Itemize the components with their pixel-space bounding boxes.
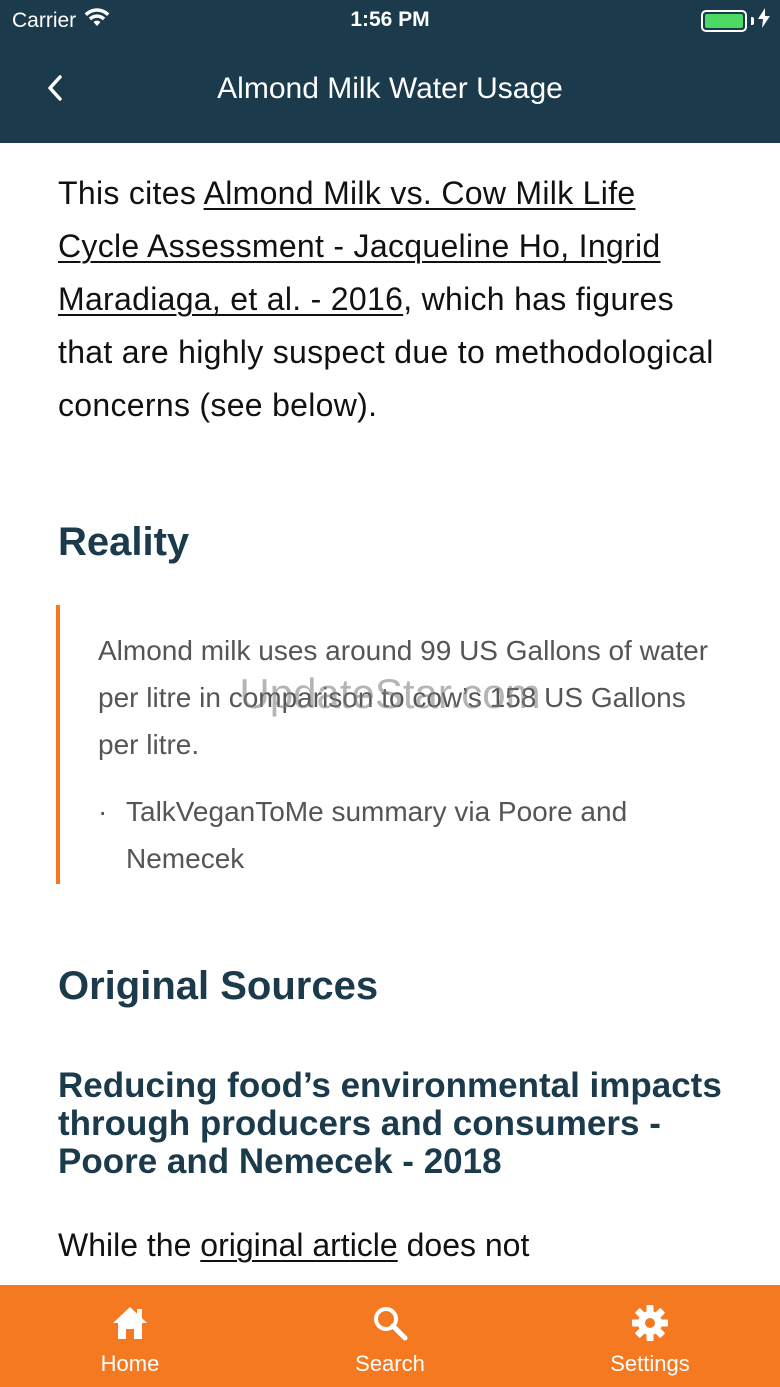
tab-home[interactable]: Home [0,1285,260,1387]
nav-bar: Almond Milk Water Usage [0,40,780,143]
charging-icon [758,8,770,33]
source-title: Reducing food’s environmental impacts th… [58,1066,722,1181]
home-icon [110,1303,150,1343]
intro-prefix: This cites [58,175,204,211]
list-item: · TalkVeganToMe summary via Poore and Ne… [98,788,722,882]
source-paragraph: While the original article does not [58,1219,722,1272]
para-prefix: While the [58,1227,201,1263]
tab-search-label: Search [355,1351,425,1376]
para-suffix: does not [397,1227,530,1263]
quote-source: TalkVeganToMe summary via Poore and Neme… [126,796,628,874]
tab-bar: Home Search Settings [0,1285,780,1387]
reality-blockquote: Almond milk uses around 99 US Gallons of… [56,605,722,884]
tab-settings-label: Settings [610,1351,690,1376]
article-content[interactable]: This cites Almond Milk vs. Cow Milk Life… [0,143,780,1285]
reality-heading: Reality [58,520,190,564]
battery-indicator [701,8,770,33]
app-header: Carrier 1:56 PM Almond Milk Water Usage [0,0,780,143]
tab-home-label: Home [100,1351,160,1376]
quote-text: Almond milk uses around 99 US Gallons of… [98,635,709,760]
tab-search[interactable]: Search [260,1285,520,1387]
tab-settings[interactable]: Settings [520,1285,780,1387]
search-icon [370,1303,410,1343]
quote-source-list: · TalkVeganToMe summary via Poore and Ne… [98,788,722,882]
page-title: Almond Milk Water Usage [217,72,563,105]
original-article-link[interactable]: original article [200,1227,397,1263]
sources-heading: Original Sources [58,964,379,1008]
intro-paragraph: This cites Almond Milk vs. Cow Milk Life… [58,167,722,432]
bullet-mark: · [98,796,108,827]
gear-icon [630,1303,670,1343]
status-time: 1:56 PM [350,8,430,31]
status-bar: Carrier 1:56 PM [0,0,780,40]
battery-icon [701,9,747,32]
